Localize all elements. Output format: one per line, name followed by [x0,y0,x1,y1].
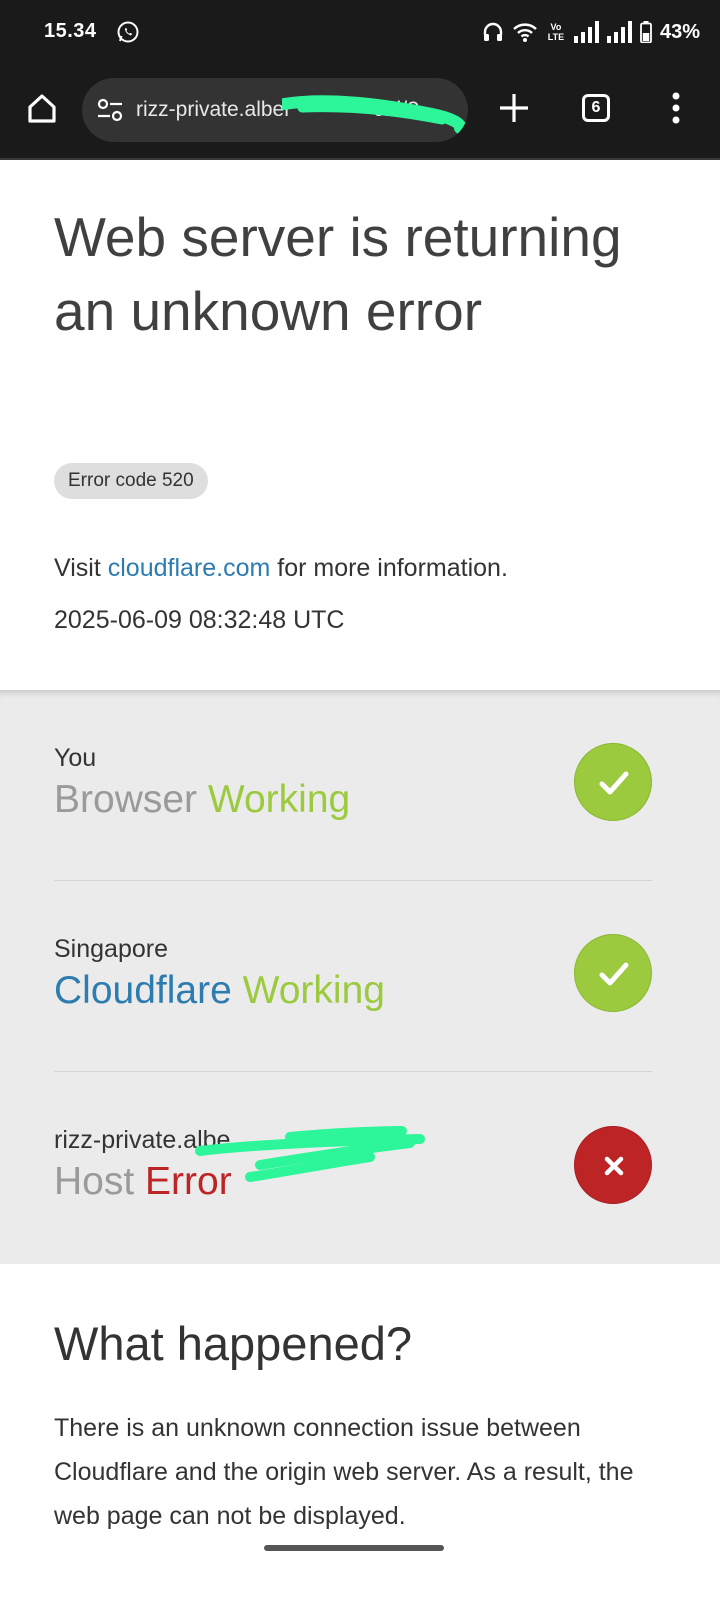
status-panel: You Browser Working Singapore Cloudflare… [0,690,720,1264]
tune-icon[interactable] [96,98,124,122]
what-happened-text: There is an unknown connection issue bet… [54,1414,634,1530]
redaction-scribble [195,1126,425,1182]
signal-icon-2 [606,21,632,43]
status-row-browser: You Browser Working [54,690,652,881]
headphones-icon [483,22,503,41]
timestamp: 2025-06-09 08:32:48 UTC [54,606,345,634]
row-location: Singapore [54,935,168,963]
row-location: You [54,744,97,772]
wifi-icon [513,23,537,42]
redaction-scribble [282,95,467,134]
close-icon [574,1126,652,1204]
volte-icon: Vo LTE [547,22,565,42]
visit-line: Visit cloudflare.com for more informatio… [54,554,508,582]
status-time: 15.34 [44,20,97,42]
error-code-badge: Error code 520 [54,463,208,499]
row-status: Cloudflare Working [54,969,385,1012]
check-icon [574,743,652,821]
status-bar: 15.34 Vo LTE 43% [0,0,720,64]
signal-icon-1 [573,21,599,43]
row-status: Browser Working [54,778,351,821]
cloudflare-link[interactable]: cloudflare.com [108,554,271,582]
plus-icon[interactable] [494,88,534,128]
whatsapp-icon [117,21,139,43]
page-title: Web server is returning an unknown error [54,206,622,342]
more-vert-icon[interactable] [668,88,684,128]
home-icon[interactable] [22,88,62,128]
what-happened-heading: What happened? [54,1317,413,1370]
status-icons: Vo LTE 43% [482,18,700,46]
url-bar[interactable]: rizz-private.alber cfd/?_ [82,78,468,142]
check-icon [574,934,652,1012]
status-row-cloudflare: Singapore Cloudflare Working [54,881,652,1072]
tab-switcher-button[interactable]: 6 [582,94,610,122]
browser-toolbar: rizz-private.alber cfd/?_ 6 [0,64,720,160]
battery-percent: 43% [659,20,700,43]
gesture-bar[interactable] [264,1545,444,1551]
battery-icon [640,21,652,43]
